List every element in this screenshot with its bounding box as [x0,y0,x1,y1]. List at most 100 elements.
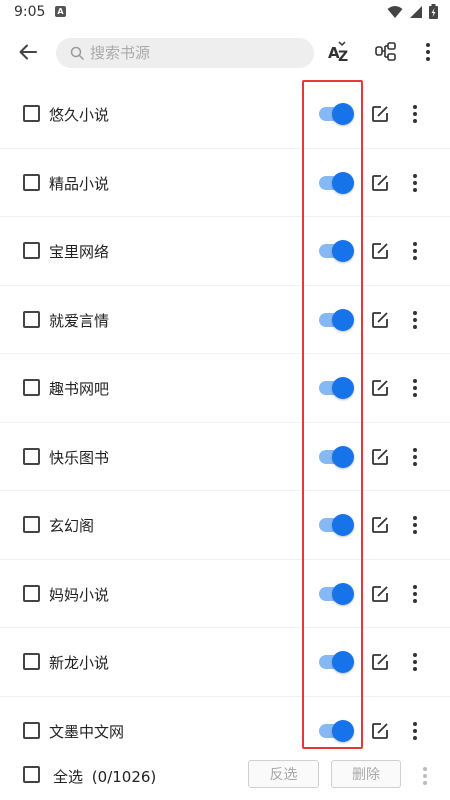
edit-button[interactable] [369,103,391,125]
select-count: (0/1026) [91,768,157,786]
source-name: 宝里网络 [49,243,110,261]
source-row[interactable]: 妈妈小说 [0,560,450,628]
enable-switch[interactable] [319,514,354,536]
row-more-button[interactable] [405,445,425,469]
source-row[interactable]: 快乐图书 [0,423,450,491]
more-vert-icon [413,242,417,260]
notification-icon: A [55,6,66,17]
source-checkbox[interactable] [23,447,40,465]
enable-switch[interactable] [319,582,354,605]
enable-switch[interactable] [319,719,354,742]
source-name: 玄幻阁 [49,517,95,535]
more-vert-icon [413,584,417,603]
edit-button[interactable] [369,172,391,194]
edit-icon [372,243,388,259]
edit-icon [372,380,388,396]
edit-button[interactable] [369,720,391,742]
edit-icon [372,654,388,670]
more-vert-icon [413,516,417,534]
switch-thumb [332,582,354,605]
enable-switch[interactable] [319,377,354,399]
enable-switch[interactable] [319,308,354,331]
invert-selection-button[interactable]: 反选 [248,760,319,788]
bottom-bar: 全选 (0/1026) 反选 删除 [0,752,450,800]
overflow-menu-button[interactable] [414,38,442,66]
enable-switch[interactable] [319,445,354,468]
edit-button[interactable] [369,514,391,536]
enable-switch[interactable] [319,103,354,125]
row-more-button[interactable] [405,719,425,743]
back-button[interactable] [14,38,42,66]
bottom-more-button[interactable] [415,764,435,788]
more-vert-icon [413,173,417,192]
signal-icon [410,5,422,18]
source-checkbox[interactable] [23,653,40,670]
source-name: 悠久小说 [49,106,110,124]
source-row[interactable]: 玄幻阁 [0,491,450,560]
source-checkbox[interactable] [23,105,40,122]
edit-icon [372,585,388,602]
source-checkbox[interactable] [23,379,40,396]
search-box[interactable] [56,38,314,68]
more-vert-icon [413,447,417,466]
source-row[interactable]: 悠久小说 [0,80,450,149]
row-more-button[interactable] [405,650,425,674]
select-all-checkbox[interactable] [23,766,40,783]
group-icon [375,42,396,61]
source-row[interactable]: 精品小说 [0,149,450,217]
edit-button[interactable] [369,309,391,331]
edit-button[interactable] [369,377,391,399]
select-all-label: 全选 (0/1026) [53,766,156,787]
edit-button[interactable] [369,446,391,468]
select-all-text: 全选 [53,768,84,786]
search-icon [70,46,84,60]
status-time: 9:05 [14,4,46,20]
source-row[interactable]: 宝里网络 [0,217,450,286]
more-vert-icon [413,310,417,329]
row-more-button[interactable] [405,102,425,126]
more-vert-icon [426,43,430,61]
source-checkbox[interactable] [23,516,40,533]
search-input[interactable] [90,44,290,62]
enable-switch[interactable] [319,651,354,673]
enable-switch[interactable] [319,240,354,262]
source-name: 文墨中文网 [49,722,125,741]
source-checkbox[interactable] [23,310,40,328]
row-more-button[interactable] [405,513,425,537]
more-vert-icon [413,379,417,397]
delete-button[interactable]: 删除 [331,760,401,788]
switch-thumb [332,719,354,742]
more-vert-icon [413,721,417,740]
source-checkbox[interactable] [23,584,40,602]
row-more-button[interactable] [405,239,425,263]
row-more-button[interactable] [405,582,425,606]
source-row[interactable]: 趣书网吧 [0,354,450,423]
more-vert-icon [423,767,427,785]
source-name: 趣书网吧 [49,380,110,398]
switch-thumb [332,377,354,399]
group-button[interactable] [372,38,400,66]
source-checkbox[interactable] [23,242,40,259]
source-row[interactable]: 新龙小说 [0,628,450,697]
edit-icon [372,517,388,533]
row-more-button[interactable] [405,171,425,195]
edit-icon [372,174,388,191]
edit-icon [372,722,388,739]
wifi-icon [387,5,403,18]
source-row[interactable]: 就爱言情 [0,286,450,354]
svg-text:Z: Z [338,49,348,64]
edit-button[interactable] [369,583,391,605]
edit-button[interactable] [369,651,391,673]
toolbar: A Z [0,24,450,80]
edit-button[interactable] [369,240,391,262]
source-checkbox[interactable] [23,173,40,191]
switch-thumb [332,445,354,468]
enable-switch[interactable] [319,171,354,194]
status-indicators [387,4,438,19]
edit-icon [372,448,388,465]
sort-button[interactable]: A Z [325,38,353,66]
row-more-button[interactable] [405,308,425,332]
source-checkbox[interactable] [23,721,40,739]
switch-thumb [332,308,354,331]
row-more-button[interactable] [405,376,425,400]
